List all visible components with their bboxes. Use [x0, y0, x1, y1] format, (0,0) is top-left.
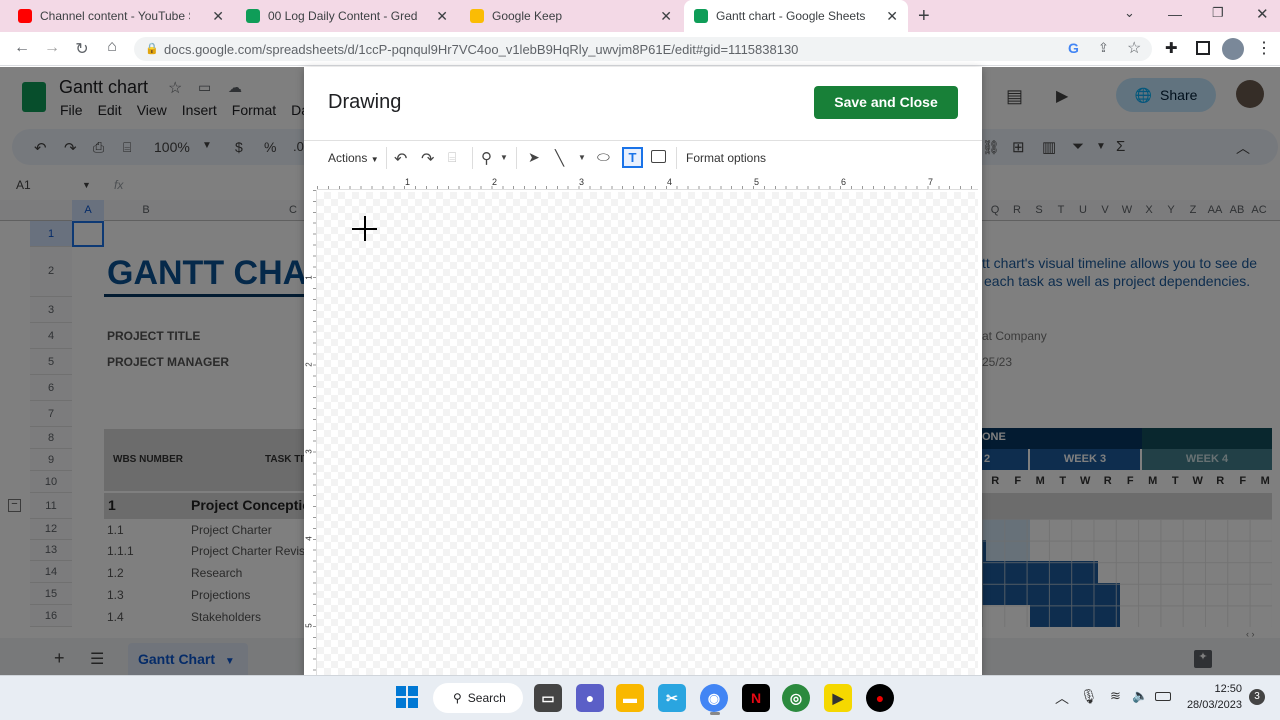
- extensions-icon[interactable]: ✚: [1165, 39, 1178, 57]
- windows-logo-quad: [408, 698, 418, 708]
- file-explorer-icon[interactable]: ▬: [616, 684, 644, 712]
- browser-app-icon[interactable]: ◎: [782, 684, 810, 712]
- dialog-divider: [304, 140, 982, 141]
- show-hidden-icons-icon[interactable]: ︿: [1055, 688, 1069, 708]
- format-options-button[interactable]: Format options: [686, 151, 766, 165]
- drawing-canvas[interactable]: [317, 192, 978, 675]
- clock-date[interactable]: 28/03/2023: [1184, 699, 1242, 711]
- ruler-mark: 3: [304, 449, 314, 454]
- close-tab-icon[interactable]: ✕: [436, 8, 448, 25]
- ruler-mark: 7: [928, 177, 934, 187]
- shape-icon[interactable]: ⬭: [597, 149, 610, 166]
- restore-icon[interactable]: ❐: [1212, 5, 1224, 21]
- search-label: Search: [467, 691, 506, 705]
- text-box-icon[interactable]: T: [622, 147, 643, 168]
- chrome-menu-icon[interactable]: ⋮: [1256, 38, 1272, 58]
- windows-start-icon[interactable]: [396, 686, 418, 708]
- browser-tab-gantt[interactable]: Gantt chart - Google Sheets ✕: [684, 0, 908, 32]
- crosshair-cursor-v: [364, 216, 366, 241]
- toolbar-divider: [516, 147, 517, 169]
- browser-tab-keep[interactable]: Google Keep ✕: [460, 0, 682, 32]
- google-icon[interactable]: G: [1068, 40, 1079, 56]
- profile-avatar[interactable]: [1222, 38, 1244, 60]
- youtube-icon: [18, 9, 32, 23]
- tab-title: Gantt chart - Google Sheets: [716, 9, 866, 23]
- minimize-icon[interactable]: —: [1168, 6, 1182, 22]
- close-tab-icon[interactable]: ✕: [886, 8, 898, 25]
- ruler-mark: 4: [304, 536, 314, 541]
- undo-icon[interactable]: ↶: [394, 149, 407, 169]
- ruler-mark: 5: [304, 623, 314, 628]
- volume-icon[interactable]: 🔈: [1132, 688, 1148, 704]
- sheets-icon: [694, 9, 708, 23]
- taskbar-search[interactable]: ⚲ Search: [433, 683, 523, 713]
- redo-icon[interactable]: ↷: [421, 149, 434, 169]
- toolbar-divider: [472, 147, 473, 169]
- line-icon[interactable]: ╲: [555, 149, 564, 167]
- search-icon: ⚲: [453, 691, 462, 705]
- ruler-mark: 2: [304, 362, 314, 367]
- select-icon[interactable]: ➤: [528, 149, 540, 166]
- task-view-icon[interactable]: ▭: [534, 684, 562, 712]
- url-text: docs.google.com/spreadsheets/d/1ccP-pqnq…: [164, 41, 799, 57]
- forward-icon[interactable]: →: [42, 39, 62, 57]
- active-app-indicator: [710, 712, 720, 715]
- address-bar[interactable]: docs.google.com/spreadsheets/d/1ccP-pqnq…: [134, 37, 1152, 61]
- vertical-ruler: [304, 190, 317, 675]
- chat-icon[interactable]: ●: [576, 684, 604, 712]
- ruler-mark: 2: [492, 177, 498, 187]
- wifi-icon[interactable]: ≋: [1110, 688, 1121, 704]
- sheets-icon: [246, 9, 260, 23]
- tab-title: Channel content - YouTube Studi: [40, 9, 190, 23]
- save-and-close-button[interactable]: Save and Close: [814, 86, 958, 119]
- close-tab-icon[interactable]: ✕: [660, 8, 672, 25]
- actions-label: Actions: [328, 151, 368, 165]
- microphone-icon[interactable]: 🎙: [1080, 688, 1098, 705]
- snipping-tool-icon[interactable]: ✂: [658, 684, 686, 712]
- ruler-mark: 4: [667, 177, 673, 187]
- lock-icon[interactable]: 🔒: [145, 42, 159, 55]
- tab-search-icon[interactable]: ⌄: [1124, 5, 1135, 21]
- actions-menu[interactable]: Actions ▼: [328, 151, 379, 165]
- recorder-icon[interactable]: ●: [866, 684, 894, 712]
- browser-tab-youtube[interactable]: Channel content - YouTube Studi ✕: [8, 0, 234, 32]
- ruler-mark: 1: [405, 177, 411, 187]
- back-icon[interactable]: ←: [12, 39, 32, 57]
- browser-tab-log[interactable]: 00 Log Daily Content - Gredia - G ✕: [236, 0, 458, 32]
- horizontal-ruler: [317, 176, 978, 190]
- notification-badge[interactable]: 3: [1249, 689, 1265, 705]
- line-dropdown-icon[interactable]: ▼: [578, 153, 586, 162]
- toolbar-divider: [386, 147, 387, 169]
- side-panel-icon[interactable]: [1196, 41, 1210, 55]
- toolbar-divider: [676, 147, 677, 169]
- bookmark-star-icon[interactable]: ☆: [1127, 38, 1141, 58]
- windows-logo-quad: [396, 698, 406, 708]
- close-tab-icon[interactable]: ✕: [212, 8, 224, 25]
- tab-title: Google Keep: [492, 9, 563, 23]
- actions-dropdown-icon: ▼: [370, 155, 379, 164]
- player-icon[interactable]: ▶: [824, 684, 852, 712]
- tab-title: 00 Log Daily Content - Gredia - G: [268, 9, 418, 23]
- ruler-mark: 1: [304, 275, 314, 280]
- image-icon[interactable]: [651, 150, 666, 163]
- clock-time[interactable]: 12:50: [1186, 683, 1242, 695]
- chrome-icon[interactable]: ◉: [700, 684, 728, 712]
- windows-logo-quad: [408, 686, 418, 696]
- dialog-title: Drawing: [328, 91, 402, 113]
- zoom-dropdown-icon[interactable]: ▼: [500, 153, 508, 162]
- close-window-icon[interactable]: ✕: [1256, 5, 1269, 23]
- windows-logo-quad: [396, 686, 406, 696]
- home-icon[interactable]: ⌂: [102, 38, 122, 56]
- zoom-icon[interactable]: ⚲: [481, 149, 492, 167]
- keep-icon: [470, 9, 484, 23]
- ruler-mark: 3: [579, 177, 585, 187]
- ruler-mark: 5: [754, 177, 760, 187]
- new-tab-button[interactable]: +: [918, 5, 930, 28]
- reload-icon[interactable]: ↻: [72, 39, 92, 59]
- share-page-icon[interactable]: ⇪: [1098, 40, 1109, 56]
- ruler-mark: 6: [841, 177, 847, 187]
- netflix-icon[interactable]: N: [742, 684, 770, 712]
- paint-format-icon[interactable]: ⌸: [448, 149, 456, 166]
- battery-icon[interactable]: [1155, 692, 1171, 701]
